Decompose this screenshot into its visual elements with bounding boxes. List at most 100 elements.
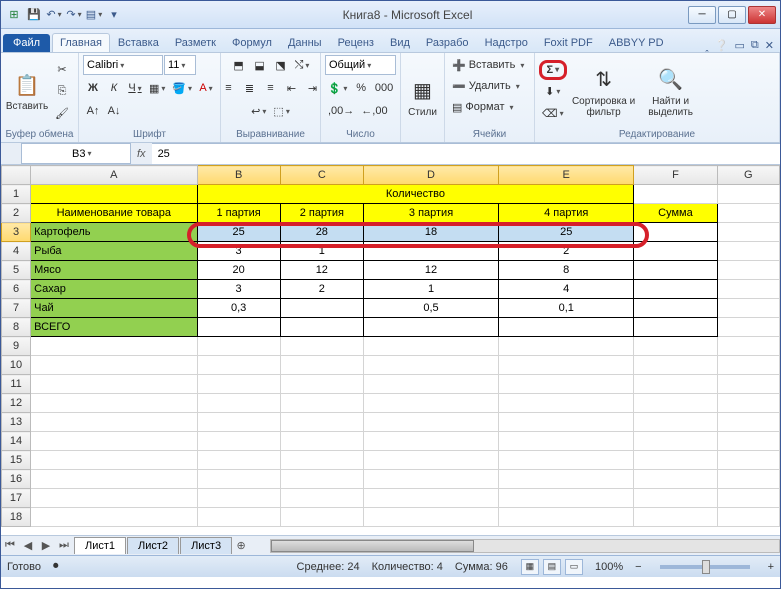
cell[interactable] <box>280 432 363 451</box>
fx-icon[interactable]: fx <box>137 148 146 160</box>
styles-button[interactable]: ▦ Стили <box>405 75 440 120</box>
row-header[interactable]: 2 <box>2 204 31 223</box>
cell[interactable] <box>197 394 280 413</box>
minimize-button[interactable]: ─ <box>688 6 716 24</box>
cell[interactable] <box>634 413 717 432</box>
save-icon[interactable]: 💾 <box>25 6 43 24</box>
cell[interactable]: 8 <box>499 261 634 280</box>
row-header[interactable]: 6 <box>2 280 31 299</box>
col-header[interactable]: A <box>31 166 197 185</box>
tab-foxit[interactable]: Foxit PDF <box>536 33 601 52</box>
row-header[interactable]: 17 <box>2 489 31 508</box>
tab-home[interactable]: Главная <box>52 33 110 52</box>
cell[interactable] <box>717 489 779 508</box>
cell[interactable] <box>634 356 717 375</box>
formula-input[interactable]: 25 <box>152 143 780 164</box>
redo-icon[interactable]: ↷ <box>65 6 83 24</box>
zoom-out-icon[interactable]: − <box>635 561 641 573</box>
cell[interactable] <box>634 394 717 413</box>
qat-more-icon[interactable]: ▾ <box>105 6 123 24</box>
cell[interactable] <box>363 432 498 451</box>
minimize-ribbon-icon[interactable]: ꞈ <box>705 40 709 52</box>
cell[interactable]: 3 <box>197 280 280 299</box>
sheet-nav-prev-icon[interactable]: ◀ <box>19 539 37 552</box>
cell[interactable] <box>717 432 779 451</box>
sort-filter-button[interactable]: ⇅ Сортировка и фильтр <box>570 64 638 120</box>
tab-data[interactable]: Данны <box>280 33 330 52</box>
italic-button[interactable]: К <box>104 78 124 98</box>
cell[interactable] <box>499 508 634 527</box>
cell[interactable] <box>499 356 634 375</box>
col-header[interactable]: B <box>197 166 280 185</box>
workbook-min-icon[interactable]: ▭ <box>735 39 745 52</box>
cell[interactable]: ВСЕГО <box>31 318 197 337</box>
row-header[interactable]: 12 <box>2 394 31 413</box>
align-bottom-icon[interactable]: ⬔ <box>271 55 291 75</box>
cell[interactable] <box>280 337 363 356</box>
cell[interactable]: 25 <box>499 223 634 242</box>
cell[interactable] <box>363 318 498 337</box>
cell[interactable] <box>363 394 498 413</box>
cell[interactable] <box>197 356 280 375</box>
tab-formulas[interactable]: Формул <box>224 33 280 52</box>
font-size-select[interactable]: 11 <box>164 55 196 75</box>
sheet-tab[interactable]: Лист2 <box>127 537 179 554</box>
cell[interactable] <box>31 508 197 527</box>
workbook-restore-icon[interactable]: ⧉ <box>751 39 759 52</box>
cell[interactable] <box>363 413 498 432</box>
col-header[interactable]: D <box>363 166 498 185</box>
maximize-button[interactable]: ▢ <box>718 6 746 24</box>
workbook-close-icon[interactable]: ✕ <box>765 39 774 52</box>
cell[interactable]: 0,3 <box>197 299 280 318</box>
font-name-select[interactable]: Calibri <box>83 55 163 75</box>
cell[interactable] <box>363 489 498 508</box>
cell[interactable] <box>363 470 498 489</box>
spreadsheet-grid[interactable]: A B C D E F G 1 Количество 2 Наименовани… <box>1 165 780 535</box>
cell[interactable] <box>634 451 717 470</box>
cell[interactable]: 3 <box>197 242 280 261</box>
cell[interactable] <box>717 413 779 432</box>
cell[interactable]: 12 <box>363 261 498 280</box>
autosum-button[interactable]: Σ <box>539 60 567 80</box>
border-icon[interactable]: ▦ <box>146 78 168 98</box>
bold-button[interactable]: Ж <box>83 78 103 98</box>
row-header[interactable]: 13 <box>2 413 31 432</box>
indent-dec-icon[interactable]: ⇤ <box>282 78 302 98</box>
row-header[interactable]: 14 <box>2 432 31 451</box>
col-header[interactable]: C <box>280 166 363 185</box>
cell[interactable] <box>280 413 363 432</box>
tab-developer[interactable]: Разрабо <box>418 33 477 52</box>
select-all-corner[interactable] <box>2 166 31 185</box>
cell[interactable]: 12 <box>280 261 363 280</box>
cell[interactable] <box>363 451 498 470</box>
col-header[interactable]: F <box>634 166 717 185</box>
orientation-icon[interactable]: ⤭ <box>292 55 313 75</box>
macro-record-icon[interactable]: ⏺ <box>53 560 59 573</box>
row-header[interactable]: 11 <box>2 375 31 394</box>
col-header[interactable]: E <box>499 166 634 185</box>
tab-view[interactable]: Вид <box>382 33 418 52</box>
cell[interactable]: Картофель <box>31 223 197 242</box>
cell[interactable] <box>499 470 634 489</box>
row-header[interactable]: 18 <box>2 508 31 527</box>
cell[interactable]: 25 <box>197 223 280 242</box>
view-pagebreak-icon[interactable]: ▭ <box>565 559 583 575</box>
row-header[interactable]: 10 <box>2 356 31 375</box>
sheet-nav-last-icon[interactable]: ⏭ <box>55 539 73 552</box>
comma-icon[interactable]: 000 <box>372 78 396 98</box>
zoom-slider[interactable] <box>660 565 750 569</box>
tab-addins[interactable]: Надстро <box>477 33 536 52</box>
cell[interactable] <box>363 242 498 261</box>
merge-icon[interactable]: ⬚ <box>270 101 292 121</box>
wrap-text-icon[interactable]: ↩ <box>248 101 269 121</box>
cell[interactable]: 28 <box>280 223 363 242</box>
zoom-in-icon[interactable]: + <box>768 561 774 573</box>
cell[interactable] <box>31 394 197 413</box>
cell[interactable] <box>499 394 634 413</box>
grow-font-icon[interactable]: A↑ <box>83 101 103 121</box>
cell[interactable] <box>197 489 280 508</box>
cell[interactable] <box>717 508 779 527</box>
cell[interactable] <box>31 470 197 489</box>
excel-icon[interactable]: ⊞ <box>5 6 23 24</box>
cell[interactable] <box>280 470 363 489</box>
